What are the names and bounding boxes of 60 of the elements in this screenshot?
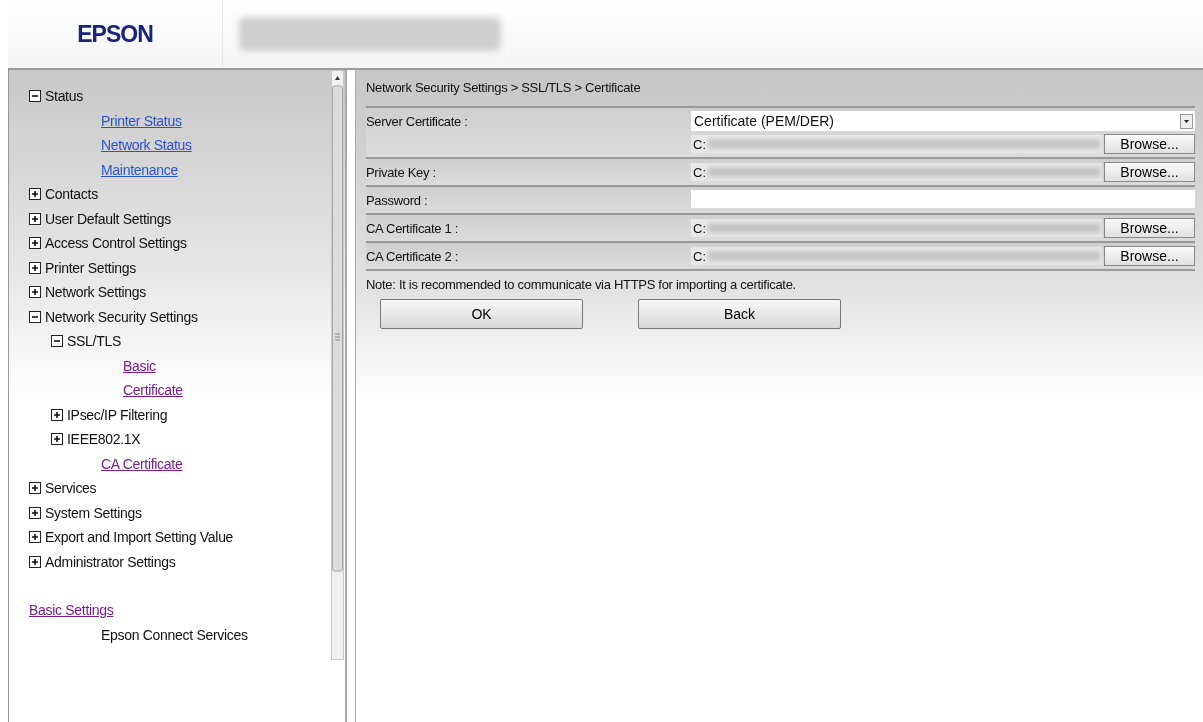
tree-item[interactable]: Export and Import Setting Value: [45, 529, 234, 546]
tree-item[interactable]: Network Settings: [45, 284, 147, 301]
expand-icon[interactable]: [29, 212, 41, 225]
field-label: CA Certificate 2 :: [366, 248, 460, 266]
browse-button[interactable]: Browse...: [1104, 162, 1195, 182]
path-text: C:: [693, 136, 706, 152]
tree-item[interactable]: System Settings: [45, 504, 142, 521]
nav-link[interactable]: Maintenance: [101, 161, 178, 178]
expand-icon[interactable]: [29, 286, 41, 299]
field-label: CA Certificate 1 :: [366, 220, 460, 238]
tree-item[interactable]: IEEE802.1X: [67, 431, 141, 448]
expand-icon[interactable]: [29, 261, 41, 274]
action-button[interactable]: Back: [638, 299, 841, 329]
action-button[interactable]: OK: [380, 299, 583, 329]
expand-icon[interactable]: [29, 531, 41, 544]
tree-item[interactable]: Status: [45, 88, 83, 105]
nav-link[interactable]: Printer Status: [101, 112, 182, 129]
nav-link[interactable]: CA Certificate: [101, 455, 183, 472]
expand-icon[interactable]: [51, 433, 63, 446]
file-path-field[interactable]: C:: [691, 135, 1102, 153]
nav-link[interactable]: Basic: [123, 357, 156, 374]
expand-icon[interactable]: [51, 408, 63, 421]
tree-item[interactable]: Contacts: [45, 186, 98, 203]
file-path-field[interactable]: C:: [691, 219, 1102, 237]
file-path-field[interactable]: C:: [691, 247, 1102, 265]
scrollbar[interactable]: [331, 70, 344, 660]
format-dropdown[interactable]: Certificate (PEM/DER): [691, 111, 1195, 131]
password-field[interactable]: [691, 190, 1195, 208]
epson-logo: EPSON: [77, 20, 153, 48]
path-text: C:: [693, 248, 706, 264]
expand-icon[interactable]: [29, 188, 41, 201]
nav-link[interactable]: Basic Settings: [29, 602, 114, 619]
file-path-field[interactable]: C:: [691, 163, 1102, 181]
tree-item[interactable]: Network Security Settings: [45, 308, 198, 325]
browse-button[interactable]: Browse...: [1104, 218, 1195, 238]
collapse-icon[interactable]: [29, 310, 41, 323]
tree-item[interactable]: Printer Settings: [45, 259, 136, 276]
tree-item[interactable]: Access Control Settings: [45, 235, 187, 252]
expand-icon[interactable]: [29, 506, 41, 519]
expand-icon[interactable]: [29, 555, 41, 568]
field-label: Password :: [366, 192, 429, 210]
nav-link[interactable]: Certificate: [123, 382, 183, 399]
collapse-icon[interactable]: [51, 335, 63, 348]
nav-link[interactable]: Network Status: [101, 137, 192, 154]
path-text: C:: [693, 220, 706, 236]
browse-button[interactable]: Browse...: [1104, 246, 1195, 266]
tree-item[interactable]: Administrator Settings: [45, 553, 176, 570]
tree-item[interactable]: SSL/TLS: [67, 333, 121, 350]
tree-item[interactable]: IPsec/IP Filtering: [67, 406, 168, 423]
expand-icon[interactable]: [29, 482, 41, 495]
expand-icon[interactable]: [29, 237, 41, 250]
field-label: Private Key :: [366, 164, 437, 182]
collapse-icon[interactable]: [29, 90, 41, 103]
tree-item[interactable]: Services: [45, 480, 97, 497]
nav-text: Epson Connect Services: [101, 626, 248, 643]
tree-item[interactable]: User Default Settings: [45, 210, 171, 227]
field-label: Server Certificate :: [366, 113, 469, 131]
breadcrumb: Network Security Settings > SSL/TLS > Certificate: [366, 80, 642, 97]
browse-button[interactable]: Browse...: [1104, 134, 1195, 154]
path-text: C:: [693, 164, 706, 180]
